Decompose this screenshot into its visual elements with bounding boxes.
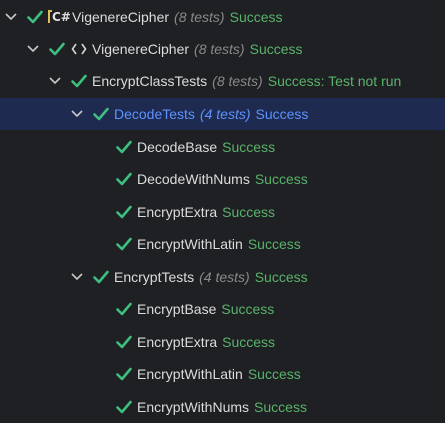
test-count: (4 tests) [199, 269, 250, 285]
tree-row-test[interactable]: EncryptWithLatin Success [0, 228, 445, 260]
success-check-icon [116, 204, 132, 220]
success-check-icon [116, 399, 132, 415]
success-check-icon [116, 139, 132, 155]
test-count: (8 tests) [174, 9, 225, 25]
chevron-down-icon[interactable] [48, 74, 62, 88]
tree-row-label: EncryptBase [137, 301, 217, 317]
tree-row-test[interactable]: DecodeWithNums Success [0, 163, 445, 195]
status-text: Success [221, 301, 275, 317]
test-count: (4 tests) [199, 106, 251, 122]
status-text: Success [229, 9, 283, 25]
status-text: Success [247, 236, 301, 252]
tree-row-label: VigenereCipher [92, 41, 190, 57]
tree-row-project[interactable]: C# VigenereCipher (8 tests) Success [0, 1, 445, 33]
tree-row-test[interactable]: EncryptWithLatin Success [0, 358, 445, 390]
tree-row-label: EncryptClassTests [92, 73, 208, 89]
success-check-icon [93, 106, 109, 122]
status-text: Success [249, 41, 303, 57]
status-text: Success: Test not run [267, 73, 402, 89]
tree-row-class[interactable]: EncryptClassTests (8 tests) Success: Tes… [0, 65, 445, 97]
status-text: Success [247, 366, 301, 382]
tree-row-label: EncryptWithLatin [137, 236, 243, 252]
tree-row-label: DecodeWithNums [137, 171, 250, 187]
tree-row-namespace[interactable]: VigenereCipher (8 tests) Success [0, 33, 445, 65]
namespace-braces-icon [70, 42, 88, 56]
tree-row-label: EncryptTests [114, 269, 195, 285]
status-text: Success [254, 171, 308, 187]
tree-row-label: EncryptExtra [137, 334, 218, 350]
tree-row-label: VigenereCipher [72, 9, 170, 25]
success-check-icon [116, 334, 132, 350]
status-text: Success [222, 139, 276, 155]
status-text: Success [255, 106, 309, 122]
success-check-icon [116, 366, 132, 382]
tree-row-label: DecodeBase [137, 139, 218, 155]
tree-row-label: EncryptExtra [137, 204, 218, 220]
success-check-icon [71, 73, 87, 89]
success-check-icon [116, 236, 132, 252]
tree-row-test[interactable]: DecodeBase Success [0, 131, 445, 163]
tree-row-test[interactable]: EncryptExtra Success [0, 196, 445, 228]
test-tree: C# VigenereCipher (8 tests) Success Vige… [0, 0, 445, 423]
status-text: Success [254, 399, 307, 415]
tree-row-test[interactable]: EncryptBase Success [0, 293, 445, 325]
tree-row-label: DecodeTests [114, 106, 195, 122]
success-check-icon [116, 301, 132, 317]
chevron-down-icon[interactable] [4, 10, 18, 24]
status-text: Success [222, 334, 276, 350]
tree-row-test[interactable]: EncryptWithNums Success [0, 391, 445, 423]
status-text: Success [222, 204, 276, 220]
test-count: (8 tests) [212, 73, 263, 89]
chevron-down-icon[interactable] [70, 107, 84, 121]
tree-row-label: EncryptWithLatin [137, 366, 243, 382]
csharp-project-icon: C# [48, 9, 71, 25]
chevron-down-icon[interactable] [70, 270, 84, 284]
tree-row-decode-tests[interactable]: DecodeTests (4 tests) Success [0, 98, 445, 130]
success-check-icon [116, 171, 132, 187]
success-check-icon [49, 41, 65, 57]
tree-row-encrypt-tests[interactable]: EncryptTests (4 tests) Success [0, 261, 445, 293]
test-count: (8 tests) [194, 41, 245, 57]
status-text: Success [254, 269, 308, 285]
success-check-icon [93, 269, 109, 285]
chevron-down-icon[interactable] [26, 42, 40, 56]
success-check-icon [27, 9, 43, 25]
tree-row-test[interactable]: EncryptExtra Success [0, 326, 445, 358]
tree-row-label: EncryptWithNums [137, 399, 250, 415]
